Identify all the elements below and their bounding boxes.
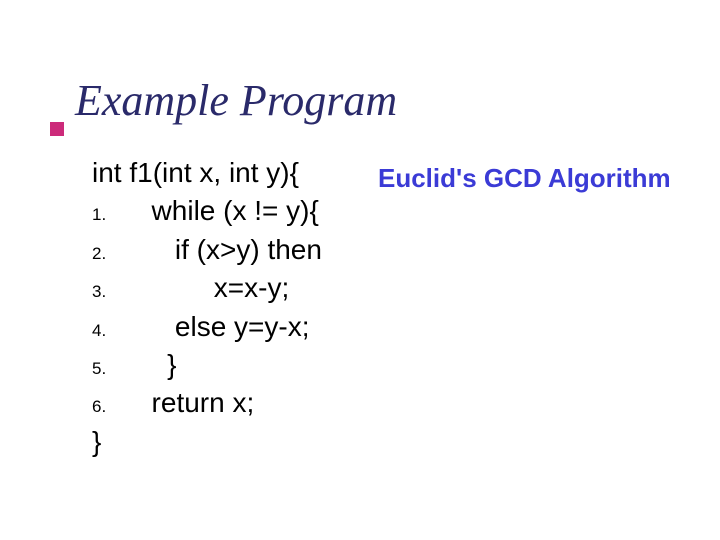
code-text: x=x-y; — [136, 270, 289, 306]
code-line: 6. return x; — [92, 385, 322, 421]
code-text: while (x != y){ — [136, 193, 319, 229]
line-number: 4. — [92, 312, 136, 342]
line-number: 6. — [92, 388, 136, 418]
line-number: 5. — [92, 350, 136, 380]
code-block: int f1(int x, int y){ 1. while (x != y){… — [92, 155, 322, 460]
accent-square-icon — [50, 122, 64, 136]
code-line: 1. while (x != y){ — [92, 193, 322, 229]
code-line: 2. if (x>y) then — [92, 232, 322, 268]
slide-title: Example Program — [75, 75, 397, 126]
code-text: else y=y-x; — [136, 309, 310, 345]
line-number: 2. — [92, 235, 136, 265]
code-line: 4. else y=y-x; — [92, 309, 322, 345]
algorithm-annotation: Euclid's GCD Algorithm — [378, 163, 671, 194]
line-number: 3. — [92, 273, 136, 303]
code-close-brace: } — [92, 424, 322, 460]
code-line: 3. x=x-y; — [92, 270, 322, 306]
code-text: return x; — [136, 385, 254, 421]
slide: Example Program Euclid's GCD Algorithm i… — [0, 0, 720, 540]
code-text: } — [136, 347, 176, 383]
line-number: 1. — [92, 196, 136, 226]
code-line: 5. } — [92, 347, 322, 383]
code-text: if (x>y) then — [136, 232, 322, 268]
code-signature: int f1(int x, int y){ — [92, 155, 322, 191]
